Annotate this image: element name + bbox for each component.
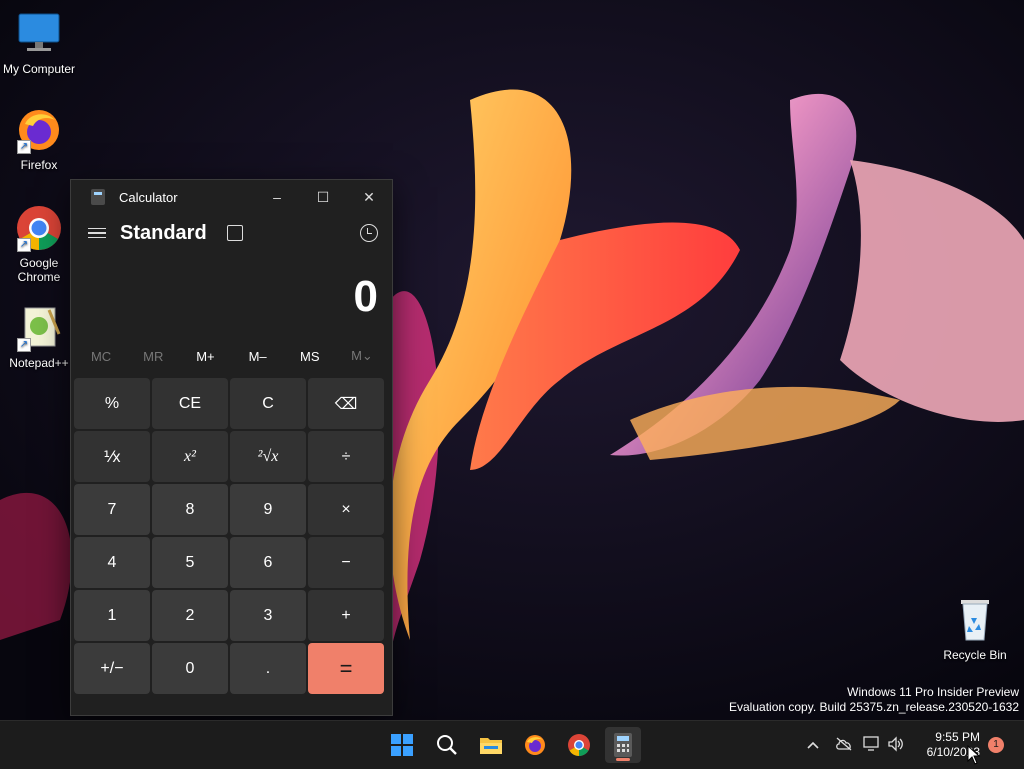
desktop-icon-firefox[interactable]: ↗ Firefox (0, 106, 78, 172)
divide-button[interactable]: ÷ (308, 431, 384, 482)
network-icon[interactable] (860, 735, 884, 755)
memory-store-button[interactable]: MS (284, 349, 336, 364)
firefox-taskbar-button[interactable] (517, 727, 553, 763)
digit-0-button[interactable]: 0 (152, 643, 228, 694)
navigation-menu-icon[interactable] (88, 225, 106, 242)
desktop-icon-notepadpp[interactable]: ↗ Notepad++ (0, 304, 78, 370)
memory-clear-button[interactable]: MC (75, 349, 127, 364)
percent-button[interactable]: % (74, 378, 150, 429)
clear-button[interactable]: C (230, 378, 306, 429)
calculator-taskbar-button[interactable] (605, 727, 641, 763)
file-explorer-button[interactable] (473, 727, 509, 763)
window-title: Calculator (119, 189, 178, 205)
mode-title: Standard (120, 221, 207, 244)
chrome-icon: ↗ (15, 204, 63, 252)
chevron-up-icon[interactable] (804, 737, 822, 753)
file-explorer-icon (480, 738, 502, 754)
clock-time: 9:55 PM (935, 730, 980, 744)
firefox-icon: ↗ (15, 106, 63, 154)
search-button[interactable] (429, 727, 465, 763)
digit-8-button[interactable]: 8 (152, 484, 228, 535)
active-indicator (616, 758, 630, 761)
digit-6-button[interactable]: 6 (230, 537, 306, 588)
title-bar[interactable]: Calculator – ☐ ✕ (71, 180, 392, 214)
notification-badge[interactable]: 1 (988, 737, 1004, 753)
desktop-icon-label: Notepad++ (9, 356, 69, 370)
monitor-icon (15, 10, 63, 58)
search-icon (437, 735, 457, 755)
history-icon[interactable] (360, 224, 378, 242)
keypad: % CE C ⌫ ⅟x x² ²√x ÷ 7 8 9 × 4 5 6 − 1 2… (71, 372, 392, 694)
multiply-button[interactable]: × (308, 484, 384, 535)
start-button[interactable] (384, 727, 420, 763)
chrome-taskbar-button[interactable] (561, 727, 597, 763)
digit-7-button[interactable]: 7 (74, 484, 150, 535)
digit-9-button[interactable]: 9 (230, 484, 306, 535)
shortcut-arrow-icon: ↗ (17, 140, 31, 154)
backspace-button[interactable]: ⌫ (308, 378, 384, 429)
calculator-window[interactable]: Calculator – ☐ ✕ Standard 0 MC MR M+ M– … (70, 179, 393, 716)
keep-on-top-icon[interactable] (226, 225, 243, 241)
cloud-offline-icon[interactable] (828, 737, 860, 754)
desktop-icon-google-chrome[interactable]: ↗ Google Chrome (0, 204, 78, 284)
square-button[interactable]: x² (152, 431, 228, 482)
memory-list-button[interactable]: M⌄ (336, 348, 388, 364)
mouse-cursor-icon (967, 745, 981, 765)
equals-button[interactable]: = (308, 643, 384, 694)
digit-3-button[interactable]: 3 (230, 590, 306, 641)
desktop-icon-label: My Computer (2, 62, 76, 76)
os-watermark: Windows 11 Pro Insider Preview Evaluatio… (729, 685, 1019, 715)
chrome-icon (568, 734, 590, 756)
volume-icon[interactable] (884, 735, 908, 755)
square-root-button[interactable]: ²√x (230, 431, 306, 482)
reciprocal-button[interactable]: ⅟x (74, 431, 150, 482)
start-icon (391, 734, 413, 756)
maximize-button[interactable]: ☐ (300, 180, 346, 214)
desktop-icon-label: Recycle Bin (943, 648, 1007, 662)
decimal-button[interactable]: . (230, 643, 306, 694)
clear-entry-button[interactable]: CE (152, 378, 228, 429)
calculator-icon (91, 189, 105, 205)
digit-2-button[interactable]: 2 (152, 590, 228, 641)
desktop-icon-my-computer[interactable]: My Computer (0, 10, 78, 76)
memory-recall-button[interactable]: MR (127, 349, 179, 364)
watermark-line-2: Evaluation copy. Build 25375.zn_release.… (729, 700, 1019, 714)
calculator-display: 0 (353, 272, 378, 321)
firefox-icon (525, 735, 545, 755)
desktop-icon-label: Google Chrome (17, 256, 61, 284)
watermark-line-1: Windows 11 Pro Insider Preview (847, 685, 1019, 699)
notepadpp-icon: ↗ (15, 304, 63, 352)
system-tray (804, 721, 908, 769)
recycle-bin-icon (951, 596, 999, 644)
desktop-icon-recycle-bin[interactable]: Recycle Bin (936, 596, 1014, 662)
add-button[interactable]: + (308, 590, 384, 641)
minimize-button[interactable]: – (254, 180, 300, 214)
shortcut-arrow-icon: ↗ (17, 238, 31, 252)
digit-4-button[interactable]: 4 (74, 537, 150, 588)
memory-add-button[interactable]: M+ (179, 349, 231, 364)
desktop-icon-label: Firefox (20, 158, 58, 172)
shortcut-arrow-icon: ↗ (17, 338, 31, 352)
digit-1-button[interactable]: 1 (74, 590, 150, 641)
taskbar: 9:55 PM 6/10/2023 1 (0, 720, 1024, 769)
memory-row: MC MR M+ M– MS M⌄ (71, 340, 392, 372)
subtract-button[interactable]: − (308, 537, 384, 588)
memory-subtract-button[interactable]: M– (232, 349, 284, 364)
close-button[interactable]: ✕ (346, 180, 392, 214)
negate-button[interactable]: +/− (74, 643, 150, 694)
digit-5-button[interactable]: 5 (152, 537, 228, 588)
calculator-icon (614, 733, 632, 757)
